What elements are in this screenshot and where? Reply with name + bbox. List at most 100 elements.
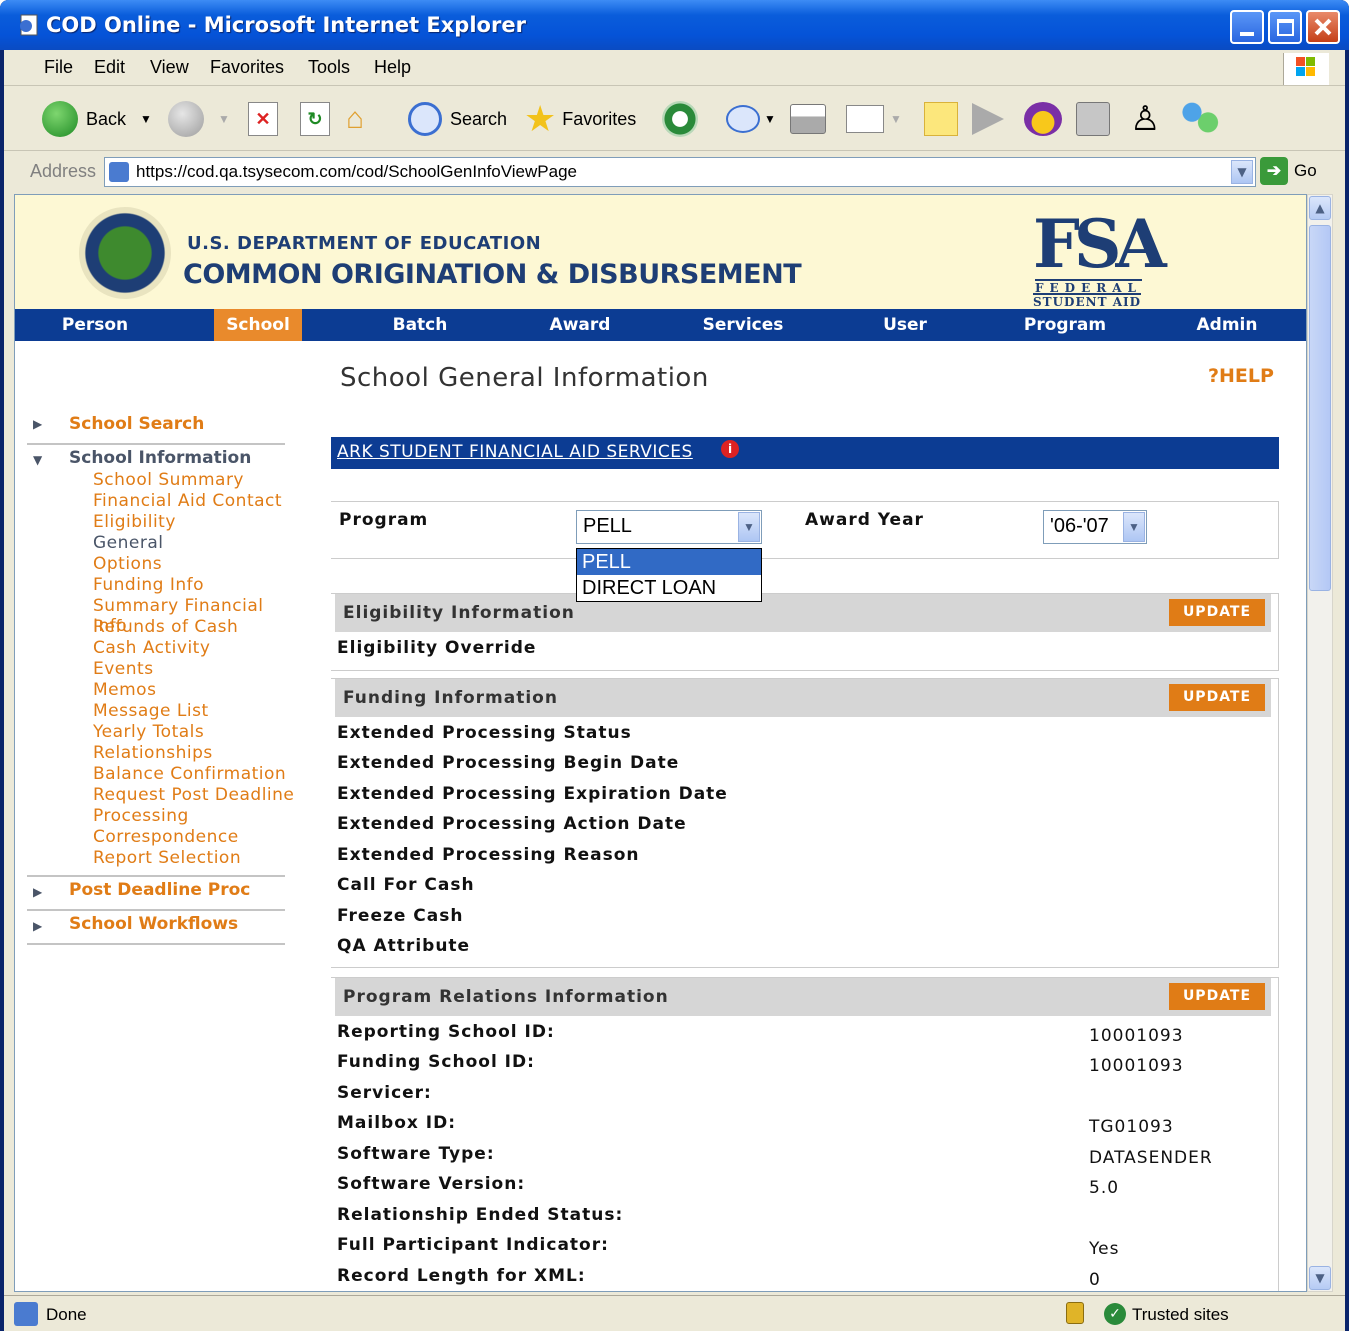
scroll-down-icon[interactable]: ▼: [1309, 1266, 1331, 1290]
menu-favorites[interactable]: Favorites: [210, 57, 284, 78]
favorites-star-icon: ★: [524, 98, 557, 139]
go-button[interactable]: ➔ Go: [1260, 157, 1317, 185]
nav-user[interactable]: User: [845, 309, 965, 341]
sidebar-link-balance-confirmation[interactable]: Balance Confirmation: [93, 764, 286, 784]
back-dropdown-icon[interactable]: ▼: [140, 112, 152, 126]
menu-bar: File Edit View Favorites Tools Help: [4, 50, 1345, 86]
field-ext-processing-status: Extended Processing Status: [337, 723, 632, 743]
user-button[interactable]: ♙: [1130, 99, 1160, 139]
address-dropdown-icon[interactable]: ▼: [1231, 160, 1253, 184]
collapsed-arrow-icon: ▶: [33, 417, 43, 431]
search-label: Search: [450, 108, 508, 129]
field-software-version: Software Version:: [337, 1174, 526, 1194]
sidebar-link-financial-aid-contact[interactable]: Financial Aid Contact: [93, 491, 282, 511]
help-link[interactable]: ?HELP: [1208, 365, 1274, 387]
search-button[interactable]: Search: [408, 99, 507, 139]
stop-icon: ✕: [248, 102, 278, 136]
address-input[interactable]: https://cod.qa.tsysecom.com/cod/SchoolGe…: [104, 157, 1256, 187]
sidebar-link-relationships[interactable]: Relationships: [93, 743, 213, 763]
menu-tools[interactable]: Tools: [308, 57, 350, 78]
sidebar-divider: [27, 909, 285, 911]
media-button[interactable]: [1076, 99, 1110, 139]
sidebar-school-search[interactable]: School Search: [69, 414, 204, 434]
field-freeze-cash: Freeze Cash: [337, 906, 464, 926]
discuss-button[interactable]: [924, 99, 958, 139]
edit-button[interactable]: ▼: [846, 99, 902, 139]
sidebar-link-report-selection[interactable]: Report Selection: [93, 848, 241, 868]
sidebar-school-information[interactable]: School Information: [69, 448, 251, 468]
nav-person[interactable]: Person: [35, 309, 155, 341]
history-button[interactable]: [662, 99, 698, 139]
vertical-scrollbar[interactable]: ▲ ▼: [1307, 194, 1333, 1292]
search-icon: [408, 102, 442, 136]
program-dropdown-list: PELL DIRECT LOAN: [576, 548, 762, 602]
chevron-down-icon[interactable]: ▼: [1123, 512, 1145, 542]
menu-help[interactable]: Help: [374, 57, 411, 78]
award-year-select[interactable]: '06-'07 ▼: [1043, 510, 1147, 544]
program-option-direct-loan[interactable]: DIRECT LOAN: [577, 575, 761, 601]
sidebar-link-request-post-deadline[interactable]: Request Post Deadline: [93, 785, 294, 805]
program-option-pell[interactable]: PELL: [577, 549, 761, 575]
expanded-arrow-icon: ▼: [33, 453, 43, 467]
school-name-link[interactable]: ARK STUDENT FINANCIAL AID SERVICES: [337, 442, 693, 462]
menu-file[interactable]: File: [44, 57, 73, 78]
close-button[interactable]: [1306, 10, 1340, 44]
scroll-up-icon[interactable]: ▲: [1309, 196, 1331, 220]
messenger-button[interactable]: [1024, 99, 1062, 139]
sidebar-post-deadline-proc[interactable]: Post Deadline Proc: [69, 880, 250, 900]
sidebar-link-yearly-totals[interactable]: Yearly Totals: [93, 722, 204, 742]
sidebar-link-correspondence[interactable]: Correspondence: [93, 827, 239, 847]
scroll-thumb[interactable]: [1309, 225, 1331, 591]
forward-dropdown-icon[interactable]: ▼: [218, 112, 230, 126]
nav-program[interactable]: Program: [1005, 309, 1125, 341]
sidebar-divider: [27, 943, 285, 945]
browser-window: COD Online - Microsoft Internet Explorer…: [0, 0, 1349, 1331]
menu-view[interactable]: View: [150, 57, 189, 78]
sidebar-link-refunds-of-cash[interactable]: Refunds of Cash: [93, 617, 238, 637]
info-icon[interactable]: i: [721, 440, 739, 458]
contacts-button[interactable]: [1180, 99, 1220, 139]
mail-button[interactable]: ▼: [726, 99, 776, 139]
nav-school[interactable]: School: [214, 309, 302, 341]
stop-button[interactable]: ✕: [248, 99, 278, 139]
eligibility-update-button[interactable]: UPDATE: [1169, 599, 1265, 626]
sidebar-link-memos[interactable]: Memos: [93, 680, 156, 700]
field-servicer: Servicer:: [337, 1083, 432, 1103]
program-select[interactable]: PELL ▼: [576, 510, 762, 544]
sidebar-link-funding-info[interactable]: Funding Info: [93, 575, 204, 595]
sidebar-link-processing[interactable]: Processing: [93, 806, 189, 826]
chevron-down-icon[interactable]: ▼: [738, 512, 760, 542]
sidebar-link-events[interactable]: Events: [93, 659, 154, 679]
sidebar-link-general[interactable]: General: [93, 533, 164, 553]
field-mailbox-id: Mailbox ID:: [337, 1113, 457, 1133]
sidebar-school-workflows[interactable]: School Workflows: [69, 914, 238, 934]
refresh-button[interactable]: ↻: [300, 99, 330, 139]
edit-dropdown-icon[interactable]: ▼: [890, 112, 902, 126]
field-ext-processing-reason: Extended Processing Reason: [337, 845, 640, 865]
program-relations-update-button[interactable]: UPDATE: [1169, 983, 1265, 1010]
sidebar-link-options[interactable]: Options: [93, 554, 162, 574]
nav-admin[interactable]: Admin: [1167, 309, 1287, 341]
back-button[interactable]: Back ▼: [42, 99, 152, 139]
print-button[interactable]: [790, 99, 826, 139]
mail-dropdown-icon[interactable]: ▼: [764, 112, 776, 126]
eligibility-title: Eligibility Information: [343, 603, 575, 623]
field-eligibility-override: Eligibility Override: [337, 638, 537, 658]
minimize-button[interactable]: [1230, 10, 1264, 44]
sidebar-link-school-summary[interactable]: School Summary: [93, 470, 244, 490]
home-button[interactable]: ⌂: [346, 99, 382, 139]
trusted-check-icon: ✓: [1104, 1303, 1126, 1325]
menu-edit[interactable]: Edit: [94, 57, 125, 78]
nav-batch[interactable]: Batch: [360, 309, 480, 341]
nav-award[interactable]: Award: [520, 309, 640, 341]
nav-services[interactable]: Services: [683, 309, 803, 341]
sidebar-link-message-list[interactable]: Message List: [93, 701, 209, 721]
sidebar-link-eligibility[interactable]: Eligibility: [93, 512, 176, 532]
research-button[interactable]: [972, 99, 1004, 139]
funding-update-button[interactable]: UPDATE: [1169, 684, 1265, 711]
favorites-button[interactable]: ★ Favorites: [524, 99, 636, 139]
sidebar-link-cash-activity[interactable]: Cash Activity: [93, 638, 210, 658]
collapsed-arrow-icon: ▶: [33, 919, 43, 933]
forward-button[interactable]: ▼: [168, 99, 230, 139]
maximize-button[interactable]: [1268, 10, 1302, 44]
